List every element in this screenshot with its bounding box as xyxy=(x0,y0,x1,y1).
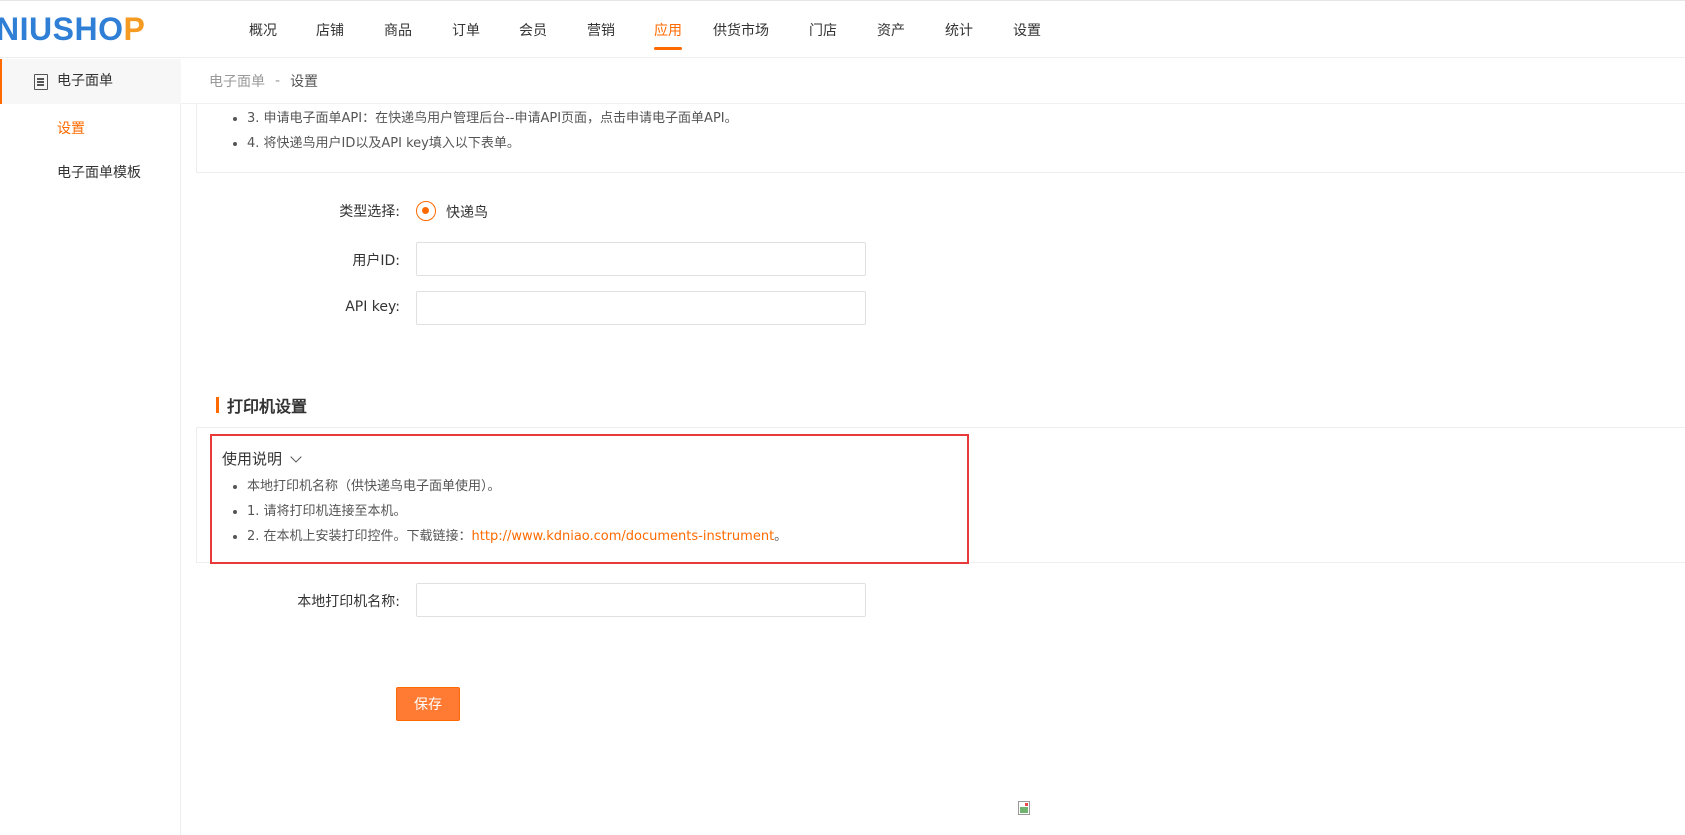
breadcrumb-current: 设置 xyxy=(290,74,319,90)
printer-name-input[interactable] xyxy=(416,583,866,617)
nav-item-apps[interactable]: 应用 xyxy=(643,1,693,59)
printer-tip-2: 2. 在本机上安装打印控件。下载链接：http://www.kdniao.com… xyxy=(197,524,1097,549)
nav-item-assets[interactable]: 资产 xyxy=(866,1,916,59)
breadcrumb-separator: - xyxy=(275,73,281,89)
printer-settings-heading: 打印机设置 xyxy=(227,397,308,416)
document-icon xyxy=(34,74,48,90)
nav-item-goods[interactable]: 商品 xyxy=(373,1,423,59)
userid-label: 用户ID: xyxy=(352,253,400,269)
apikey-label: API key: xyxy=(345,299,400,315)
userid-input[interactable] xyxy=(416,242,866,276)
instruction-step-4: 4. 将快递鸟用户ID以及API key填入以下表单。 xyxy=(197,131,1685,156)
type-select-label: 类型选择: xyxy=(339,204,400,220)
radio-kdniao[interactable] xyxy=(416,201,436,221)
nav-item-overview[interactable]: 概况 xyxy=(238,1,288,59)
download-link[interactable]: http://www.kdniao.com/documents-instrume… xyxy=(472,529,775,544)
niushop-logo[interactable]: NIUSH O P xyxy=(0,11,145,47)
logo-text-o: O xyxy=(98,10,124,47)
nav-item-members[interactable]: 会员 xyxy=(508,1,558,59)
printer-tip-1: 1. 请将打印机连接至本机。 xyxy=(197,499,1097,524)
logo-text-left: NIUSH xyxy=(0,10,99,47)
apikey-input[interactable] xyxy=(416,291,866,325)
save-button[interactable]: 保存 xyxy=(396,687,460,721)
logo-text-right: P xyxy=(123,10,146,47)
nav-item-shop[interactable]: 店铺 xyxy=(305,1,355,59)
nav-item-marketing[interactable]: 营销 xyxy=(576,1,626,59)
nav-item-stores[interactable]: 门店 xyxy=(798,1,848,59)
breadcrumb-parent[interactable]: 电子面单 xyxy=(209,71,265,91)
section-accent-bar xyxy=(216,397,219,413)
printer-tip-2-text: 2. 在本机上安装打印控件。下载链接： xyxy=(247,529,472,544)
nav-item-orders[interactable]: 订单 xyxy=(441,1,491,59)
nav-item-settings[interactable]: 设置 xyxy=(1002,1,1052,59)
instruction-step-3: 3. 申请电子面单API：在快递鸟用户管理后台--申请API页面，点击申请电子面… xyxy=(197,106,1685,131)
sidebar: 电子面单 设置 电子面单模板 xyxy=(0,59,181,835)
usage-title: 使用说明 xyxy=(222,450,283,468)
breadcrumb: 电子面单 - 设置 xyxy=(181,59,1685,104)
nav-item-supply-market[interactable]: 供货市场 xyxy=(710,1,772,59)
nav-item-statistics[interactable]: 统计 xyxy=(934,1,984,59)
printer-settings-title: 打印机设置 xyxy=(216,394,307,416)
sidebar-item-waybill-template[interactable]: 电子面单模板 xyxy=(57,162,141,182)
top-navigation: NIUSH O P 概况 店铺 商品 订单 会员 营销 应用 供货市场 门店 资产 … xyxy=(0,0,1685,58)
printer-tip-2-suffix: 。 xyxy=(774,529,788,544)
printer-usage-box: 使用说明 本地打印机名称（供快递鸟电子面单使用）。 1. 请将打印机连接至本机。… xyxy=(196,427,1685,563)
sidebar-header[interactable]: 电子面单 xyxy=(0,59,181,104)
printer-tip-0: 本地打印机名称（供快递鸟电子面单使用）。 xyxy=(197,474,1097,499)
sidebar-header-label: 电子面单 xyxy=(57,73,113,89)
sidebar-item-settings[interactable]: 设置 xyxy=(57,118,85,138)
api-instructions-box: 3. 申请电子面单API：在快递鸟用户管理后台--申请API页面，点击申请电子面… xyxy=(196,104,1685,173)
radio-kdniao-label[interactable]: 快递鸟 xyxy=(446,202,488,222)
chevron-down-icon xyxy=(290,450,302,463)
usage-toggle[interactable]: 使用说明 xyxy=(222,448,302,469)
broken-image-icon xyxy=(1017,801,1033,817)
printer-name-label: 本地打印机名称: xyxy=(297,594,400,610)
